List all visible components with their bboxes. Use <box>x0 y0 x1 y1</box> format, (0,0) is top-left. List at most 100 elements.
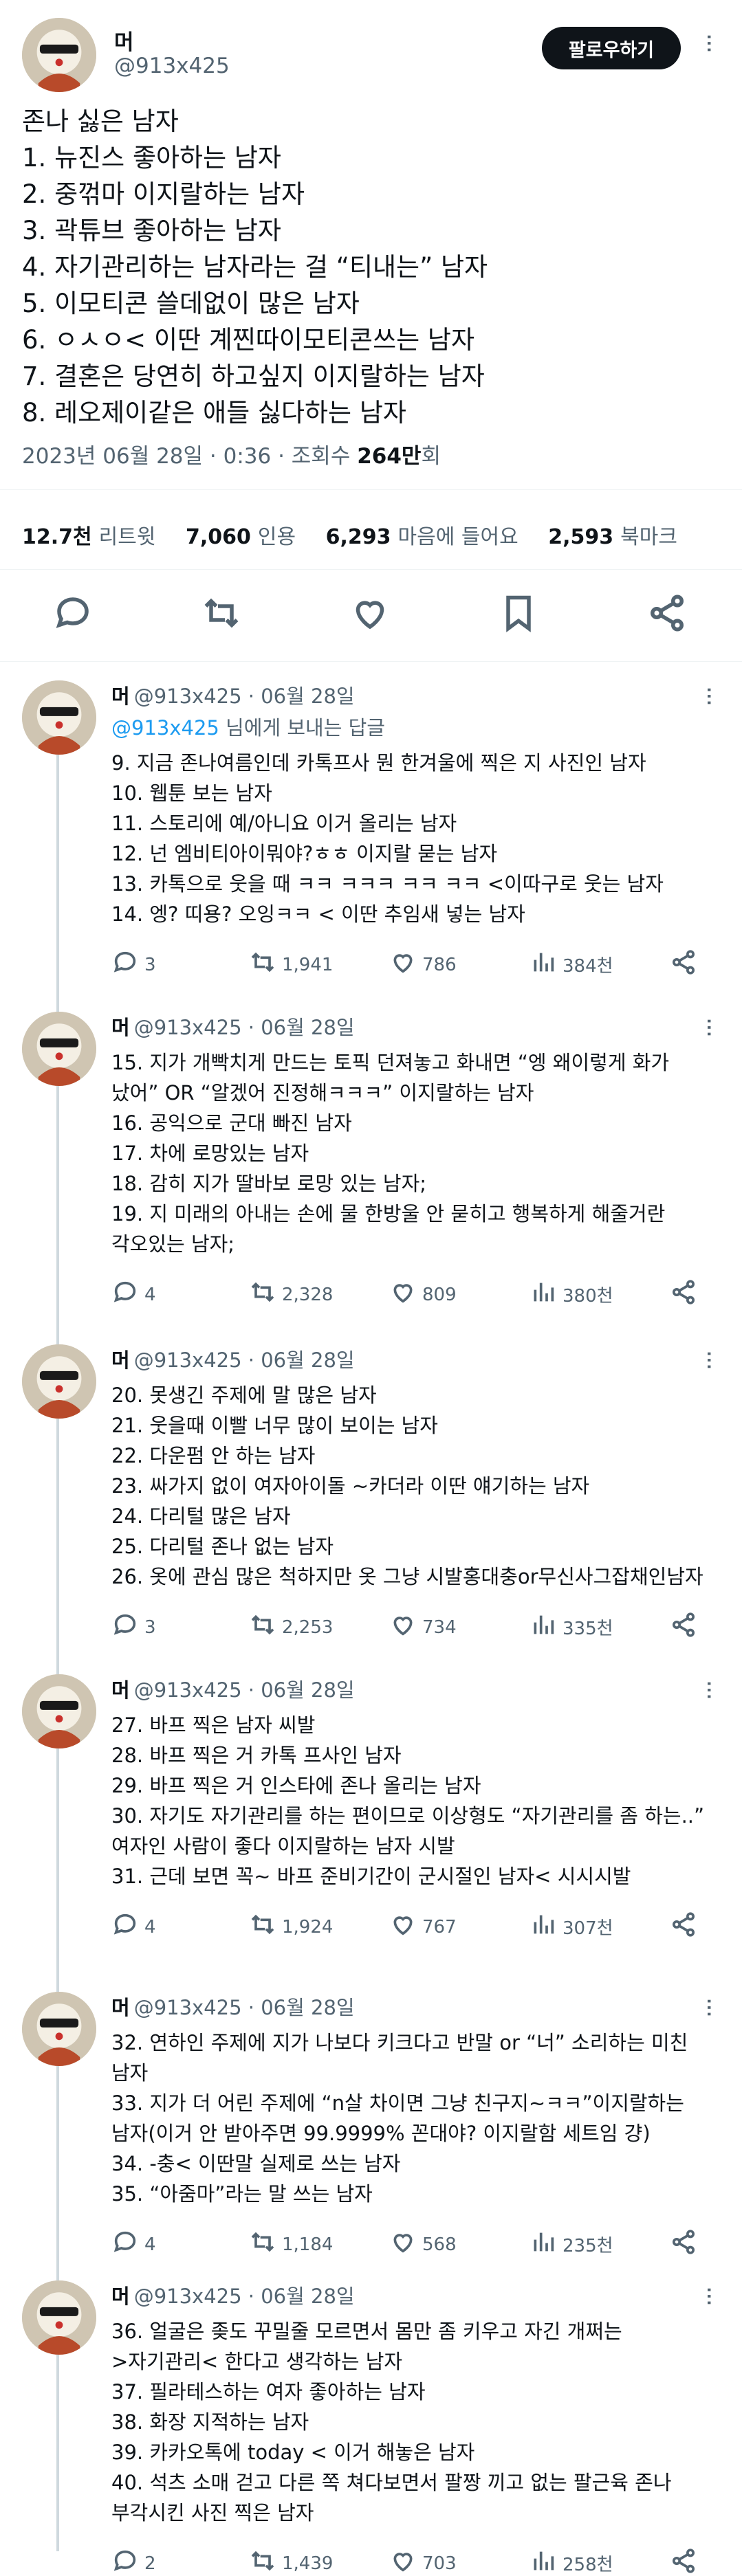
tweet-line: 5. 이모티콘 쓸데없이 많은 남자 <box>22 289 360 318</box>
reply-meta[interactable]: @913x425 · 06월 28일 <box>134 2285 355 2308</box>
more-options-icon[interactable]: ··· <box>695 1350 723 1369</box>
reply-line: 14. 엥? 띠용? 오잉ㅋㅋ < 이딴 추임새 넣는 남자 <box>111 902 525 926</box>
reply-avatar[interactable] <box>22 1992 96 2066</box>
retweet-stat[interactable]: 12.7천 리트윗 <box>22 525 155 549</box>
reply-share-button[interactable] <box>670 2228 703 2261</box>
reply-header: 머 @913x425 · 06월 28일 <box>111 1012 355 1041</box>
reply-share-button[interactable] <box>670 2547 703 2576</box>
reply-text: 32. 연하인 주제에 지가 나보다 키크다고 반말 or “너” 소리하는 미… <box>111 2028 730 2209</box>
reply-retweet-button[interactable]: 2,328 <box>249 1278 333 1311</box>
reply-views-button[interactable]: 380천 <box>530 1278 613 1311</box>
like-icon <box>389 1911 422 1943</box>
more-options-icon[interactable]: ··· <box>695 33 723 52</box>
reply-reply-button[interactable]: 2 <box>111 2547 156 2576</box>
views-icon <box>530 1278 563 1311</box>
bookmark-stat[interactable]: 2,593 북마크 <box>548 525 677 549</box>
reply-like-button[interactable]: 767 <box>389 1911 457 1943</box>
like-count: 703 <box>422 2553 457 2574</box>
reply-header: 머 @913x425 · 06월 28일 <box>111 1992 355 2021</box>
reply-reply-button[interactable]: 4 <box>111 1911 156 1943</box>
reply-line: 40. 석츠 소매 걷고 다른 쪽 쳐다보면서 팔짱 끼고 없는 팔근육 존나 <box>111 2471 672 2494</box>
reply-avatar[interactable] <box>22 2280 96 2355</box>
reply-views-button[interactable]: 258천 <box>530 2547 613 2576</box>
reply-meta[interactable]: @913x425 · 06월 28일 <box>134 1016 355 1039</box>
reply-views-button[interactable]: 235천 <box>530 2228 613 2261</box>
reply-author-name[interactable]: 머 <box>111 685 130 708</box>
reply-avatar[interactable] <box>22 680 96 755</box>
reply-line: 16. 공익으로 군대 빠진 남자 <box>111 1111 352 1135</box>
follow-button[interactable]: 팔로우하기 <box>542 27 681 69</box>
share-icon <box>670 1611 703 1643</box>
reply-text: 20. 못생긴 주제에 말 많은 남자 21. 웃을때 이빨 너무 많이 보이는 … <box>111 1380 730 1592</box>
quote-stat[interactable]: 7,060 인용 <box>186 525 296 549</box>
reply-retweet-button[interactable]: 1,941 <box>249 948 333 981</box>
reply-retweet-button[interactable]: 1,439 <box>249 2547 333 2576</box>
reply-share-button[interactable] <box>670 1278 703 1311</box>
reply-count: 3 <box>144 954 156 975</box>
reply-action-bar: 4 2,328 809 380천 <box>111 1278 717 1309</box>
more-options-icon[interactable]: ··· <box>695 686 723 705</box>
reply-meta[interactable]: @913x425 · 06월 28일 <box>134 1348 355 1372</box>
share-icon[interactable] <box>646 592 688 634</box>
reply-like-button[interactable]: 703 <box>389 2547 457 2576</box>
reply-avatar[interactable] <box>22 1344 96 1419</box>
reply-author-name[interactable]: 머 <box>111 1678 130 1702</box>
author-handle[interactable]: @913x425 <box>114 54 230 78</box>
reply-views-button[interactable]: 307천 <box>530 1911 613 1943</box>
more-options-icon[interactable]: ··· <box>695 1997 723 2017</box>
reply-retweet-button[interactable]: 1,924 <box>249 1911 333 1943</box>
reply-count: 4 <box>144 1284 156 1305</box>
reply-count: 4 <box>144 1916 156 1937</box>
reply-share-button[interactable] <box>670 1611 703 1643</box>
reply-meta[interactable]: @913x425 · 06월 28일 <box>134 1996 355 2019</box>
more-options-icon[interactable]: ··· <box>695 1017 723 1036</box>
view-count: 264만 <box>357 444 422 469</box>
reply-avatar[interactable] <box>22 1012 96 1086</box>
like-icon[interactable] <box>349 592 391 634</box>
reply-like-button[interactable]: 809 <box>389 1278 457 1311</box>
reply-text: 36. 얼굴은 좆도 꾸밀줄 모르면서 몸만 좀 키우고 자긴 개쩌는 >자기관리… <box>111 2316 730 2528</box>
tweet-line: 3. 곽튜브 좋아하는 남자 <box>22 216 281 245</box>
reply-meta[interactable]: @913x425 · 06월 28일 <box>134 1678 355 1702</box>
reply-views-button[interactable]: 335천 <box>530 1611 613 1643</box>
reply-reply-button[interactable]: 3 <box>111 948 156 981</box>
tweet-date[interactable]: 2023년 06월 28일 · 0:36 · 조회수 <box>22 444 357 469</box>
reply-line: 12. 넌 엠비티아이뭐야?ㅎㅎ 이지랄 묻는 남자 <box>111 842 498 865</box>
reply-author-name[interactable]: 머 <box>111 1348 130 1372</box>
reply-like-button[interactable]: 568 <box>389 2228 457 2261</box>
reply-icon[interactable] <box>52 592 94 634</box>
reply-share-button[interactable] <box>670 948 703 981</box>
reply-avatar[interactable] <box>22 1674 96 1748</box>
reply-author-name[interactable]: 머 <box>111 1016 130 1039</box>
bookmark-icon[interactable] <box>498 592 539 634</box>
reply-line: 28. 바프 찍은 거 카톡 프사인 남자 <box>111 1744 402 1767</box>
reply-header: 머 @913x425 · 06월 28일 <box>111 680 355 709</box>
retweet-count: 1,184 <box>282 2234 334 2255</box>
reply-retweet-button[interactable]: 2,253 <box>249 1611 333 1643</box>
retweet-icon <box>249 1278 282 1311</box>
author-name[interactable]: 머 <box>114 25 134 56</box>
reply-like-button[interactable]: 734 <box>389 1611 457 1643</box>
reply-header: 머 @913x425 · 06월 28일 <box>111 1674 355 1703</box>
reply-reply-button[interactable]: 3 <box>111 1611 156 1643</box>
reply-line: 여자인 사람이 좋다 이지랄하는 남자 시발 <box>111 1834 455 1858</box>
reply-reply-button[interactable]: 4 <box>111 2228 156 2261</box>
tweet-line: 7. 결혼은 당연히 하고싶지 이지랄하는 남자 <box>22 362 485 391</box>
more-options-icon[interactable]: ··· <box>695 1680 723 1699</box>
reply-line: 부각시킨 사진 찍은 남자 <box>111 2501 314 2524</box>
reply-meta[interactable]: @913x425 · 06월 28일 <box>134 685 355 708</box>
like-icon <box>389 2228 422 2261</box>
reply-author-name[interactable]: 머 <box>111 1996 130 2019</box>
reply-author-name[interactable]: 머 <box>111 2285 130 2308</box>
reply-reply-button[interactable]: 4 <box>111 1278 156 1311</box>
more-options-icon[interactable]: ··· <box>695 2286 723 2305</box>
reply-share-button[interactable] <box>670 1911 703 1943</box>
replying-mention[interactable]: @913x425 <box>111 716 219 740</box>
reply-views-button[interactable]: 384천 <box>530 948 613 981</box>
author-avatar[interactable] <box>22 18 96 92</box>
reply-like-button[interactable]: 786 <box>389 948 457 981</box>
retweet-icon[interactable] <box>201 592 242 634</box>
like-stat[interactable]: 6,293 마음에 들어요 <box>326 525 519 549</box>
tweet-line: 1. 뉴진스 좋아하는 남자 <box>22 143 281 173</box>
reply-retweet-button[interactable]: 1,184 <box>249 2228 333 2261</box>
